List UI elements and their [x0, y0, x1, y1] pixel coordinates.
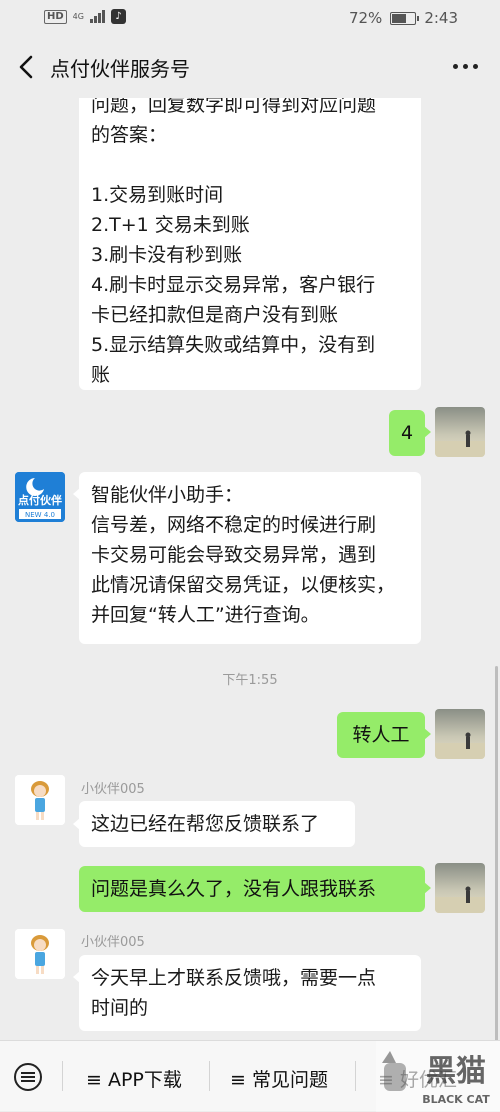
message-bubble: 智能伙伴小助手： 信号差，网络不稳定的时候进行刷 卡交易可能会导致交易异常，遇到…: [73, 472, 421, 644]
watermark-subtext: BLACK CAT: [422, 1093, 490, 1106]
message-text: 问题是真么久了，没有人跟我联系: [91, 878, 377, 900]
page-title: 点付伙伴服务号: [50, 57, 190, 81]
message-line: [91, 150, 409, 180]
chat-header: 点付伙伴服务号: [0, 36, 500, 98]
battery-icon: [390, 11, 420, 25]
service-logo-avatar[interactable]: 点付伙伴 NEW 4.0: [15, 472, 65, 522]
hd-badge: HD: [44, 9, 67, 24]
clock: 2:43: [424, 9, 458, 27]
message-bubble: 问题，回复数字即可得到对应问题 的答案： 1.交易到账时间 2.T+1 交易未到…: [79, 98, 421, 390]
battery-percent: 72%: [348, 9, 383, 27]
bubble-tail: [73, 971, 80, 983]
user-avatar[interactable]: [435, 407, 485, 457]
message-line: 5.显示结算失败或结算中，没有到: [91, 334, 376, 356]
message-bubble-self: 转人工: [337, 712, 431, 758]
message-text: 4: [400, 422, 414, 444]
sender-name: 小伙伴005: [81, 782, 145, 797]
agent-avatar[interactable]: [15, 775, 65, 825]
user-avatar[interactable]: [435, 863, 485, 913]
message-line: 卡交易可能会导致交易异常，遇到: [91, 544, 377, 566]
bubble-tail: [424, 728, 431, 740]
menu-divider: [62, 1061, 63, 1091]
message-line: 智能伙伴小助手：: [91, 484, 244, 506]
menu-item-app-download[interactable]: ≡ APP下载: [86, 1065, 182, 1092]
message-bubble: 今天早上才联系反馈哦，需要一点 时间的: [73, 955, 421, 1031]
menu-divider: [209, 1061, 210, 1091]
chevron-left-icon[interactable]: [14, 52, 40, 82]
bubble-tail: [73, 488, 80, 500]
message-line: 3.刷卡没有秒到账: [91, 244, 243, 266]
message-line: 此情况请保留交易凭证，以便核实，: [91, 574, 396, 596]
network-type: 4G: [72, 11, 84, 21]
more-dots-icon[interactable]: [453, 64, 478, 69]
bubble-tail: [73, 818, 80, 830]
message-line: 账: [91, 364, 111, 386]
keyboard-icon[interactable]: [14, 1063, 42, 1091]
message-line: 的答案：: [91, 124, 168, 146]
black-cat-watermark-logo: 黑猫 BLACK CAT: [376, 1041, 500, 1112]
message-line: 1.交易到账时间: [91, 184, 224, 206]
chat-area[interactable]: 问题，回复数字即可得到对应问题 的答案： 1.交易到账时间 2.T+1 交易未到…: [0, 98, 500, 1040]
message-line: 卡已经扣款但是商户没有到账: [91, 304, 339, 326]
message-line: 今天早上才联系反馈哦，需要一点: [91, 967, 377, 989]
message-line: 时间的: [91, 997, 149, 1019]
message-line: 4.刷卡时显示交易异常，客户银行: [91, 274, 376, 296]
status-right: 72% 2:43: [349, 9, 458, 27]
status-left: HD 4G ♪: [44, 9, 126, 24]
menu-divider: [355, 1061, 356, 1091]
scrollbar[interactable]: [495, 666, 498, 1040]
sender-name: 小伙伴005: [81, 935, 145, 950]
bottom-menu-bar: ≡ APP下载 ≡ 常见问题 ≡ 好优汇 黑猫 BLACK CAT: [0, 1040, 500, 1112]
message-bubble-self: 4: [389, 410, 431, 456]
message-text: 这边已经在帮您反馈联系了: [91, 813, 320, 835]
bubble-tail: [424, 426, 431, 438]
message-line: 问题，回复数字即可得到对应问题: [91, 98, 377, 116]
message-line: 并回复“转人工”进行查询。: [91, 604, 320, 626]
tiktok-icon: ♪: [110, 9, 126, 24]
timestamp: 下午1:55: [222, 673, 278, 688]
message-line: 信号差，网络不稳定的时候进行刷: [91, 514, 377, 536]
logo-subtext: NEW 4.0: [25, 511, 55, 519]
agent-avatar[interactable]: [15, 929, 65, 979]
message-text: 转人工: [352, 724, 410, 746]
battery-level: [392, 13, 407, 23]
message-line: 2.T+1 交易未到账: [91, 214, 250, 236]
logo-text: 点付伙伴: [18, 493, 62, 507]
status-bar: HD 4G ♪ 72% 2:43: [0, 0, 500, 36]
message-bubble-self: 问题是真么久了，没有人跟我联系: [79, 866, 431, 912]
signal-icon: [89, 10, 105, 23]
bubble-tail: [424, 882, 431, 894]
watermark-text: 黑猫: [426, 1054, 486, 1089]
user-avatar[interactable]: [435, 709, 485, 759]
menu-item-faq[interactable]: ≡ 常见问题: [230, 1065, 328, 1092]
message-bubble: 这边已经在帮您反馈联系了: [73, 801, 355, 847]
